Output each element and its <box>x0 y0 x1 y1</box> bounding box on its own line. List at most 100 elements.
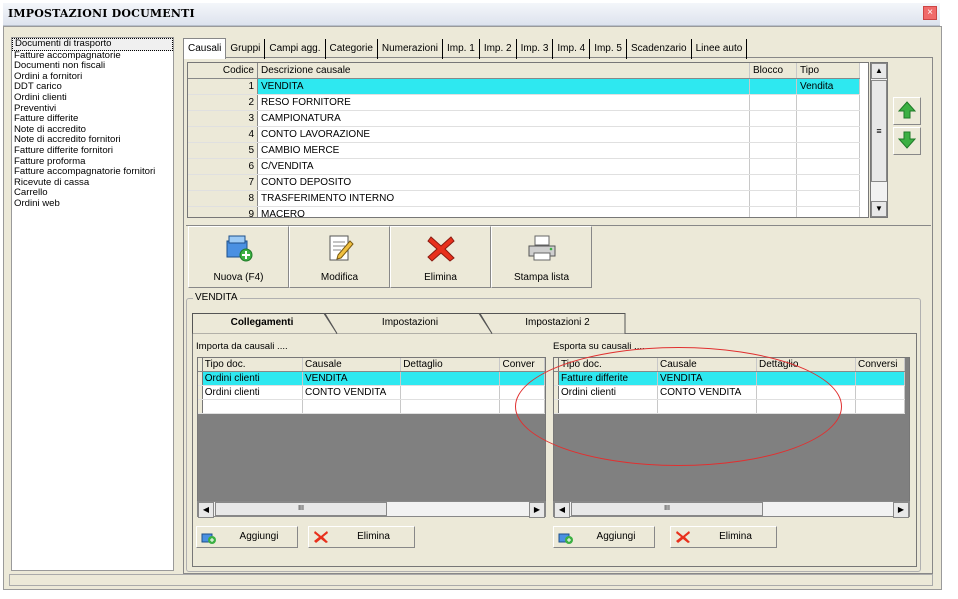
export-add-button[interactable]: Aggiungi <box>553 526 655 548</box>
cell-block <box>749 78 797 95</box>
scroll-thumb[interactable]: III <box>215 502 387 516</box>
list-item[interactable]: Note di accredito fornitori <box>12 135 173 146</box>
table-row[interactable]: 8 TRASFERIMENTO INTERNO <box>188 190 860 207</box>
scroll-thumb[interactable]: ≡ <box>871 80 887 182</box>
cell-description: CAMPIONATURA <box>257 110 750 127</box>
tab-gruppi[interactable]: Gruppi <box>226 39 266 59</box>
column-header-tipo-doc[interactable]: Tipo doc. <box>202 358 304 372</box>
cell-description: CONTO DEPOSITO <box>257 174 750 191</box>
grid-header-row: Tipo doc. Causale Dettaglio Conver <box>198 358 545 372</box>
table-row[interactable]: 3 CAMPIONATURA <box>188 110 860 127</box>
column-header-conversione[interactable]: Conversi <box>855 358 905 372</box>
table-row[interactable]: Ordini clienti CONTO VENDITA <box>198 385 545 400</box>
scroll-left-button[interactable]: ◀ <box>554 502 570 518</box>
column-header-descrizione[interactable]: Descrizione causale <box>257 63 750 79</box>
import-add-label: Aggiungi <box>239 531 279 542</box>
tab-imp-3[interactable]: Imp. 3 <box>517 39 554 59</box>
table-row[interactable] <box>198 399 545 414</box>
cell-description: TRASFERIMENTO INTERNO <box>257 190 750 207</box>
scroll-up-button[interactable]: ▲ <box>871 63 887 79</box>
scroll-left-button[interactable]: ◀ <box>198 502 214 518</box>
list-item[interactable]: Documenti di trasporto <box>12 38 173 51</box>
tab-imp-5[interactable]: Imp. 5 <box>590 39 627 59</box>
print-list-button[interactable]: Stampa lista <box>491 226 592 288</box>
list-item[interactable]: DDT carico <box>12 82 173 93</box>
export-horizontal-scrollbar[interactable]: ◀ III ▶ <box>553 501 910 518</box>
edit-button[interactable]: Modifica <box>289 226 390 288</box>
list-item[interactable]: Note di accredito <box>12 125 173 136</box>
tab-scadenzario[interactable]: Scadenzario <box>627 39 692 59</box>
table-row[interactable]: 1 VENDITA Vendita <box>188 78 860 95</box>
table-row[interactable]: 2 RESO FORNITORE <box>188 94 860 111</box>
tab-imp-4[interactable]: Imp. 4 <box>553 39 591 59</box>
printer-icon <box>528 235 556 261</box>
red-x-icon <box>676 531 690 543</box>
tab-impostazioni[interactable]: Impostazioni <box>340 313 480 333</box>
new-button[interactable]: Nuova (F4) <box>188 226 289 288</box>
list-item[interactable]: Fatture differite fornitori <box>12 146 173 157</box>
table-row[interactable]: 5 CAMBIO MERCE <box>188 142 860 159</box>
cell-code: 4 <box>188 126 258 143</box>
red-x-icon <box>314 531 328 543</box>
tab-campi-agg[interactable]: Campi agg. <box>265 39 326 59</box>
list-item[interactable]: Ordini a fornitori <box>12 72 173 83</box>
import-horizontal-scrollbar[interactable]: ◀ III ▶ <box>197 501 546 518</box>
list-item[interactable]: Fatture differite <box>12 114 173 125</box>
document-type-list[interactable]: Documenti di trasporto Fatture accompagn… <box>11 37 174 571</box>
column-header-causale[interactable]: Causale <box>302 358 402 372</box>
scroll-thumb[interactable]: III <box>571 502 763 516</box>
import-add-button[interactable]: Aggiungi <box>196 526 298 548</box>
causali-vertical-scrollbar[interactable]: ▲ ≡ ▼ <box>870 62 888 218</box>
list-item[interactable]: Ordini web <box>12 199 173 210</box>
new-document-icon <box>226 235 253 262</box>
scroll-right-button[interactable]: ▶ <box>893 502 909 518</box>
green-arrow-up-icon <box>897 101 917 119</box>
tab-imp-2[interactable]: Imp. 2 <box>480 39 517 59</box>
column-header-blocco[interactable]: Blocco <box>749 63 797 79</box>
new-button-label: Nuova (F4) <box>213 272 264 283</box>
scroll-right-button[interactable]: ▶ <box>529 502 545 518</box>
tab-imp-1[interactable]: Imp. 1 <box>443 39 480 59</box>
tab-linee-auto[interactable]: Linee auto <box>692 39 748 59</box>
cell-block <box>749 158 797 175</box>
tab-collegamenti[interactable]: Collegamenti <box>192 313 332 333</box>
move-down-button[interactable] <box>893 127 921 155</box>
cell-type <box>796 174 860 191</box>
column-header-codice[interactable]: Codice <box>188 63 258 79</box>
export-delete-button[interactable]: Elimina <box>670 526 777 548</box>
move-up-button[interactable] <box>893 97 921 125</box>
tab-impostazioni-2[interactable]: Impostazioni 2 <box>490 313 625 333</box>
causali-grid[interactable]: Codice Descrizione causale Blocco Tipo 1… <box>187 62 869 218</box>
cell-block <box>749 110 797 127</box>
table-row[interactable]: Ordini clienti VENDITA <box>198 371 545 386</box>
list-item[interactable]: Preventivi <box>12 104 173 115</box>
list-item[interactable]: Carrello <box>12 188 173 199</box>
close-button[interactable]: × <box>923 6 937 20</box>
column-header-dettaglio[interactable]: Dettaglio <box>400 358 501 372</box>
table-row[interactable]: 4 CONTO LAVORAZIONE <box>188 126 860 143</box>
cell-conversion <box>855 399 905 414</box>
column-header-tipo[interactable]: Tipo <box>796 63 860 79</box>
cell-description: CAMBIO MERCE <box>257 142 750 159</box>
delete-button[interactable]: Elimina <box>390 226 491 288</box>
table-row[interactable]: 9 MACERO <box>188 206 860 217</box>
list-item[interactable]: Ricevute di cassa <box>12 178 173 189</box>
tab-numerazioni[interactable]: Numerazioni <box>378 39 444 59</box>
list-item[interactable]: Fatture accompagnatorie fornitori <box>12 167 173 178</box>
tab-causali[interactable]: Causali <box>183 38 227 59</box>
table-row[interactable]: 7 CONTO DEPOSITO <box>188 174 860 191</box>
scroll-down-button[interactable]: ▼ <box>871 201 887 217</box>
import-delete-button[interactable]: Elimina <box>308 526 415 548</box>
column-header-conversione[interactable]: Conver <box>499 358 545 372</box>
list-item[interactable]: Documenti non fiscali <box>12 61 173 72</box>
cell-description: CONTO LAVORAZIONE <box>257 126 750 143</box>
cell-detail <box>400 371 501 386</box>
tab-categorie[interactable]: Categorie <box>326 39 378 59</box>
list-item[interactable]: Ordini clienti <box>12 93 173 104</box>
import-grid[interactable]: Tipo doc. Causale Dettaglio Conver Ordin… <box>197 357 546 502</box>
list-item[interactable]: Fatture proforma <box>12 157 173 168</box>
list-item[interactable]: Fatture accompagnatorie <box>12 51 173 62</box>
cell-block <box>749 206 797 217</box>
cell-conversion <box>855 371 905 386</box>
table-row[interactable]: 6 C/VENDITA <box>188 158 860 175</box>
